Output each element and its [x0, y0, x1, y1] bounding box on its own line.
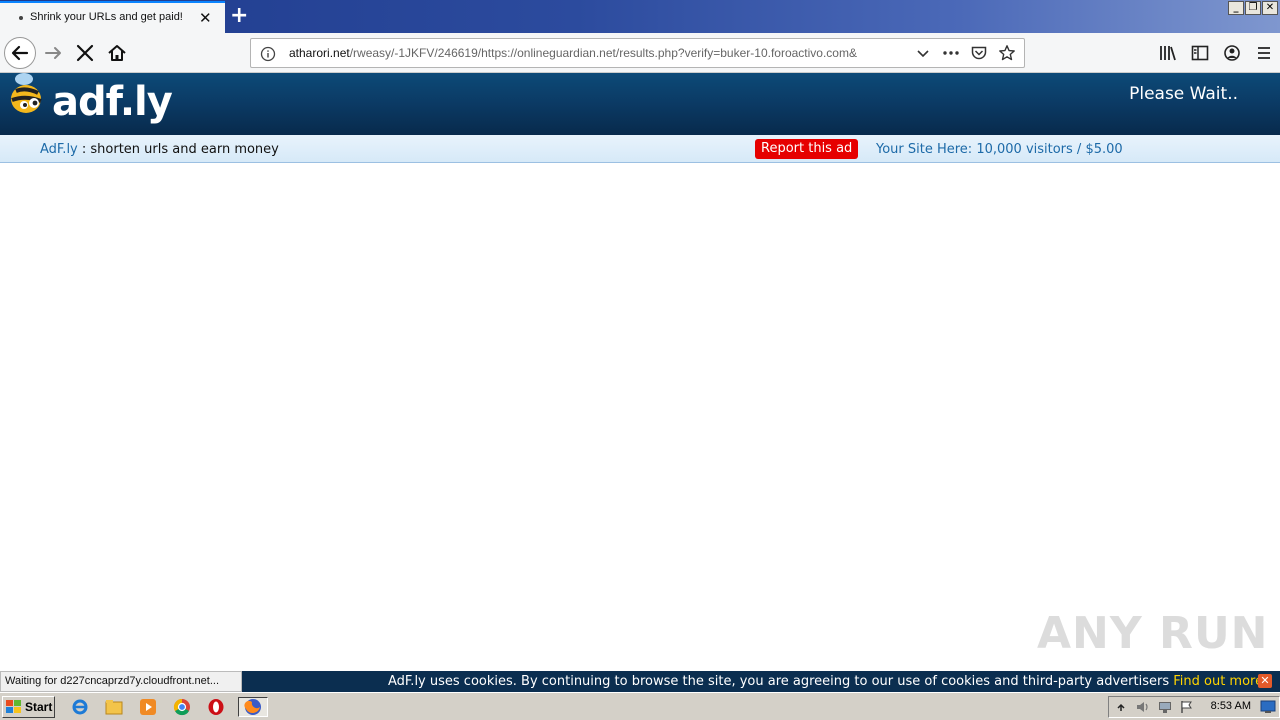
cookie-banner: AdF.ly uses cookies. By continuing to br…: [242, 671, 1280, 692]
cookie-message: AdF.ly uses cookies. By continuing to br…: [388, 671, 1267, 692]
action-center-flag-icon[interactable]: [1179, 699, 1195, 715]
cookie-close-button[interactable]: ✕: [1258, 674, 1272, 688]
restore-button[interactable]: ❐: [1245, 1, 1261, 15]
forward-arrow-icon: [45, 47, 61, 59]
start-label: Start: [25, 700, 53, 714]
library-icon[interactable]: [1152, 41, 1184, 65]
opera-icon[interactable]: [204, 697, 228, 717]
loading-dot-icon: [19, 16, 23, 20]
tagline-text: : shorten urls and earn money: [77, 142, 279, 157]
bee-icon: [11, 73, 42, 113]
sidebar-icon[interactable]: [1184, 41, 1216, 65]
please-wait-text: Please Wait..: [1129, 84, 1238, 104]
tagline: AdF.ly : shorten urls and earn money: [40, 142, 279, 157]
system-tray: 8:53 AM: [1108, 696, 1280, 718]
new-tab-button[interactable]: +: [230, 4, 248, 28]
cookie-text: AdF.ly uses cookies. By continuing to br…: [388, 674, 1174, 689]
tab-title: Shrink your URLs and get paid!: [30, 11, 183, 23]
media-player-icon[interactable]: [136, 697, 160, 717]
firefox-taskbar-button[interactable]: [238, 697, 268, 717]
url-host: atharori.net: [289, 46, 350, 60]
page-actions-icon[interactable]: [942, 44, 960, 62]
windows-flag-icon: [6, 700, 21, 713]
browser-tab-bar: Shrink your URLs and get paid! ✕ + _ ❐ ✕: [0, 0, 1280, 33]
home-icon: [108, 45, 126, 61]
advertise-link[interactable]: Your Site Here: 10,000 visitors / $5.00: [876, 142, 1123, 157]
tab-close-icon[interactable]: ✕: [199, 9, 212, 27]
close-window-button[interactable]: ✕: [1262, 1, 1278, 15]
site-header: adf.ly Please Wait..: [0, 73, 1280, 135]
adfly-home-link[interactable]: AdF.ly: [40, 142, 78, 157]
url-text[interactable]: atharori.net/rweasy/-1JKFV/246619/https:…: [289, 46, 909, 60]
info-icon[interactable]: [260, 46, 276, 66]
system-clock[interactable]: 8:53 AM: [1211, 700, 1251, 712]
file-explorer-icon[interactable]: [102, 697, 126, 717]
hamburger-menu-icon[interactable]: [1248, 41, 1280, 65]
forward-button[interactable]: [42, 41, 66, 65]
anyrun-watermark: ANY RUN: [1037, 608, 1269, 659]
network-icon[interactable]: [1157, 699, 1173, 715]
chevron-down-icon[interactable]: [914, 44, 932, 62]
firefox-icon: [244, 699, 261, 715]
start-button[interactable]: Start: [2, 696, 55, 718]
url-actions: [914, 44, 1016, 62]
back-button[interactable]: [4, 37, 36, 69]
stop-button[interactable]: [73, 41, 97, 65]
navigation-toolbar: atharori.net/rweasy/-1JKFV/246619/https:…: [0, 33, 1280, 73]
browser-status-bar: Waiting for d227cncaprzd7y.cloudfront.ne…: [0, 671, 242, 692]
tray-icons: [1113, 699, 1195, 715]
browser-tab[interactable]: Shrink your URLs and get paid! ✕: [0, 1, 225, 33]
info-bar: AdF.ly : shorten urls and earn money Rep…: [0, 135, 1280, 163]
tray-expand-icon[interactable]: [1113, 699, 1129, 715]
url-path: /rweasy/-1JKFV/246619/https://onlineguar…: [349, 46, 857, 60]
logo-text: adf.ly: [52, 79, 173, 125]
cookie-find-out-more-link[interactable]: Find out more.: [1173, 674, 1267, 689]
chrome-icon[interactable]: [170, 697, 194, 717]
back-arrow-icon: [11, 45, 29, 61]
windows-taskbar: Start 8:53 AM: [0, 692, 1280, 720]
home-button[interactable]: [105, 41, 129, 65]
pocket-icon[interactable]: [970, 44, 988, 62]
window-controls: _ ❐ ✕: [1228, 1, 1278, 15]
minimize-button[interactable]: _: [1228, 1, 1244, 15]
stop-x-icon: [76, 44, 94, 62]
ie-icon[interactable]: [68, 697, 92, 717]
toolbar-right: [1152, 41, 1280, 65]
page-content: [0, 163, 1280, 671]
quick-launch: [68, 697, 268, 717]
report-ad-button[interactable]: Report this ad: [755, 139, 859, 159]
account-icon[interactable]: [1216, 41, 1248, 65]
address-bar[interactable]: atharori.net/rweasy/-1JKFV/246619/https:…: [250, 38, 1025, 68]
show-desktop-icon[interactable]: [1260, 700, 1276, 714]
bookmark-star-icon[interactable]: [998, 44, 1016, 62]
adfly-logo[interactable]: [8, 73, 52, 123]
volume-icon[interactable]: [1135, 699, 1151, 715]
